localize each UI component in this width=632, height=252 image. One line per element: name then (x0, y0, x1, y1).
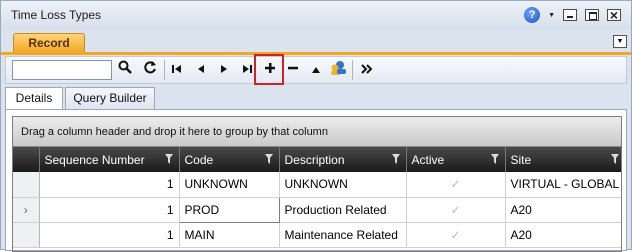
filter-icon[interactable] (610, 154, 619, 164)
filter-icon[interactable] (264, 154, 273, 164)
column-header-label: Code (184, 152, 214, 167)
grid-table: Sequence Number Code Description Active … (13, 147, 621, 248)
minimize-icon[interactable] (563, 9, 577, 21)
window-title: Time Loss Types (11, 8, 102, 22)
search-input[interactable] (12, 60, 112, 80)
minus-icon (288, 66, 298, 70)
column-header-site[interactable]: Site (505, 147, 621, 172)
tab-details[interactable]: Details (5, 87, 63, 110)
filter-icon[interactable] (391, 154, 400, 164)
column-header-label: Description (284, 152, 345, 167)
tab-query-builder[interactable]: Query Builder (65, 87, 155, 109)
active-checkbox[interactable]: ✓ (406, 222, 506, 248)
cell-site[interactable]: A20 (505, 197, 621, 223)
row-selector[interactable] (13, 222, 40, 248)
group-by-panel[interactable]: Drag a column header and drop it here to… (13, 117, 621, 147)
search-icon[interactable] (114, 60, 136, 81)
row-selector[interactable] (13, 172, 40, 198)
table-row[interactable]: › 1 PROD Production Related ✓ A20 (13, 196, 621, 223)
help-icon[interactable]: ? (524, 7, 541, 23)
tab-record[interactable]: Record (13, 33, 85, 53)
row-selector-header (13, 147, 40, 172)
add-button-highlight (254, 54, 284, 85)
cell-description[interactable]: Maintenance Related (279, 222, 407, 248)
cell-sequence-number[interactable]: 1 (39, 197, 180, 223)
group-by-hint: Drag a column header and drop it here to… (21, 126, 328, 138)
more-icon[interactable] (356, 60, 378, 81)
column-header-sequence-number[interactable]: Sequence Number (39, 147, 180, 172)
header-row: Sequence Number Code Description Active … (13, 147, 621, 172)
table-row[interactable]: 1 UNKNOWN UNKNOWN ✓ VIRTUAL - GLOBAL (13, 172, 621, 198)
column-header-label: Sequence Number (44, 152, 145, 167)
column-header-label: Site (510, 152, 532, 167)
cell-site[interactable]: VIRTUAL - GLOBAL (505, 172, 621, 198)
table-row[interactable]: 1 MAIN Maintenance Related ✓ A20 (13, 222, 621, 248)
column-header-label: Active (411, 152, 445, 167)
close-icon[interactable]: × (607, 8, 621, 22)
cell-description[interactable]: Production Related (279, 197, 407, 223)
active-checkbox[interactable]: ✓ (406, 172, 506, 198)
cell-description[interactable]: UNKNOWN (279, 172, 407, 198)
cell-code[interactable]: PROD (178, 196, 280, 223)
next-record-icon[interactable] (213, 60, 235, 81)
toolbar-divider (352, 60, 353, 80)
filter-icon[interactable] (490, 154, 499, 164)
title-bar: Time Loss Types ? ▼ × (1, 1, 631, 29)
toolbar-divider (164, 60, 165, 80)
refresh-icon[interactable] (139, 60, 161, 81)
active-checkbox[interactable]: ✓ (406, 197, 506, 223)
window-controls: ? ▼ × (524, 7, 621, 23)
users-icon[interactable] (327, 60, 349, 81)
time-loss-types-window: Time Loss Types ? ▼ × Record ▼ Details Q… (0, 0, 632, 252)
first-record-icon[interactable] (166, 60, 188, 81)
cell-code[interactable]: UNKNOWN (179, 172, 280, 198)
delete-record-button[interactable] (282, 60, 304, 81)
column-header-active[interactable]: Active (406, 147, 506, 172)
column-header-description[interactable]: Description (279, 147, 407, 172)
current-row-indicator-icon[interactable]: › (13, 197, 40, 223)
up-triangle-icon[interactable] (305, 60, 327, 81)
cell-code[interactable]: MAIN (179, 222, 280, 248)
detail-tabs: Details Query Builder (5, 87, 627, 110)
record-tabstrip: Record ▼ (1, 29, 631, 53)
cell-site[interactable]: A20 (505, 222, 621, 248)
data-grid: Drag a column header and drop it here to… (12, 116, 622, 252)
filter-icon[interactable] (164, 154, 173, 164)
column-header-code[interactable]: Code (179, 147, 280, 172)
details-panel: Drag a column header and drop it here to… (5, 109, 627, 252)
previous-record-icon[interactable] (190, 60, 212, 81)
cell-sequence-number[interactable]: 1 (39, 172, 180, 198)
record-toolbar (5, 56, 627, 84)
tab-accent-line (1, 52, 631, 55)
tab-dropdown-icon[interactable]: ▼ (613, 35, 627, 48)
cell-sequence-number[interactable]: 1 (39, 222, 180, 248)
chevron-down-icon[interactable]: ▼ (548, 12, 555, 19)
restore-icon[interactable] (585, 9, 599, 21)
